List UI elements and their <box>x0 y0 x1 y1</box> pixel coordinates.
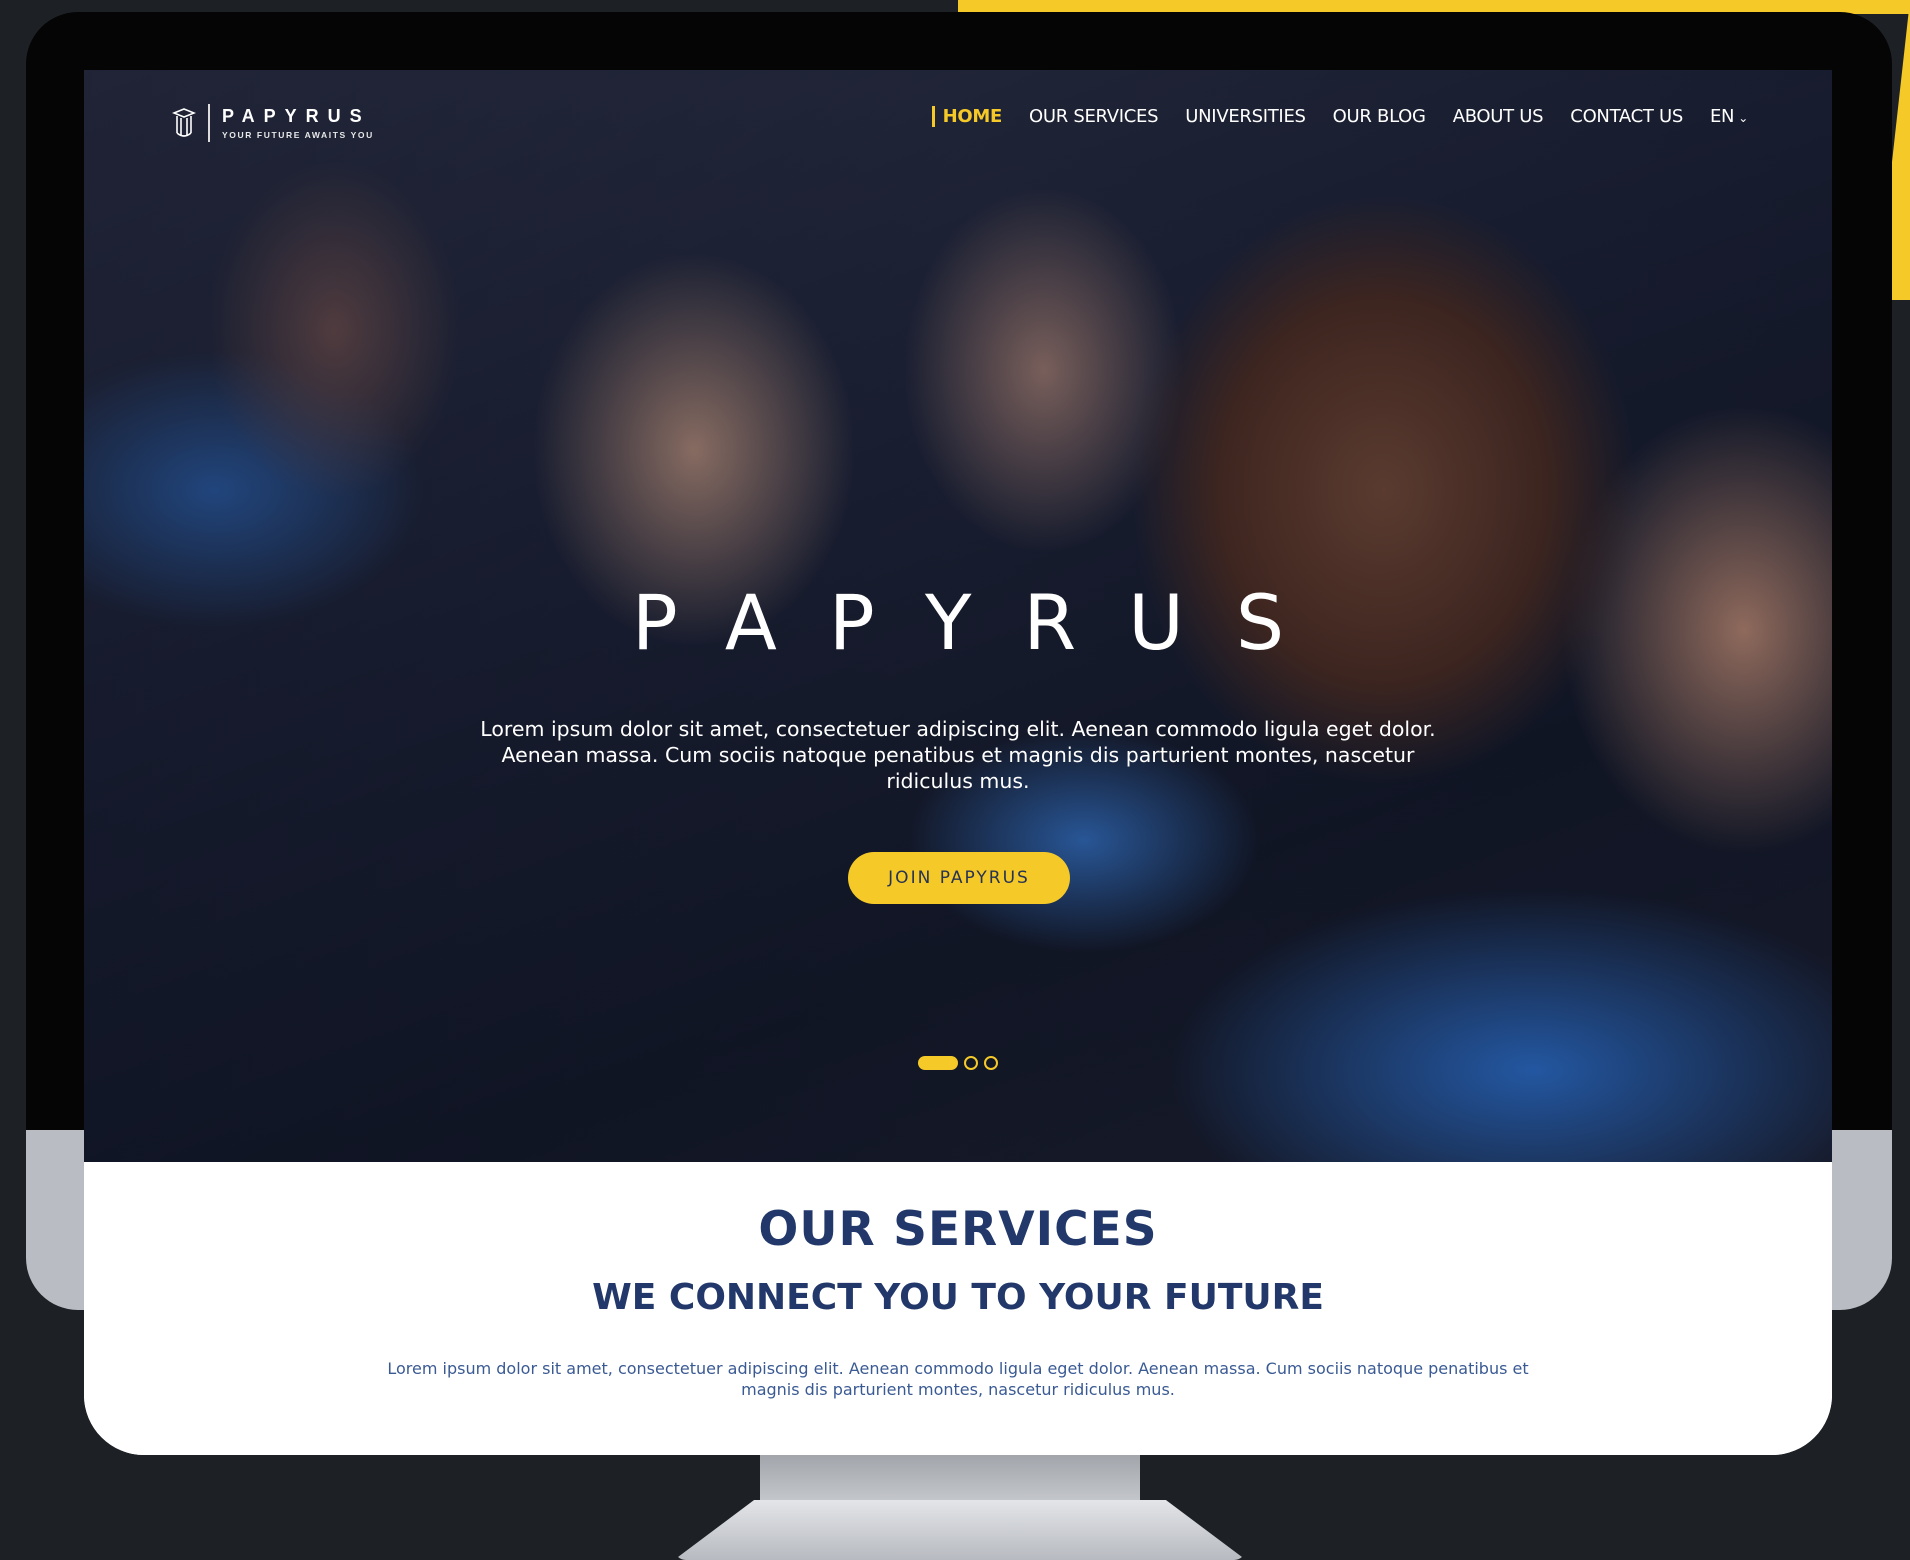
chevron-down-icon: ⌄ <box>1738 111 1748 125</box>
slider-pagination <box>918 1056 998 1070</box>
logo-name: PAPYRUS <box>222 106 371 126</box>
slide-dot-3[interactable] <box>984 1056 998 1070</box>
nav-item-universities[interactable]: UNIVERSITIES <box>1185 106 1306 127</box>
logo-divider <box>208 104 210 142</box>
language-label: EN <box>1709 106 1735 127</box>
nav-item-contact-us[interactable]: CONTACT US <box>1570 106 1683 127</box>
logo-tagline: YOUR FUTURE AWAITS YOU <box>222 130 374 140</box>
nav-item-about-us[interactable]: ABOUT US <box>1453 106 1544 127</box>
hero-description: Lorem ipsum dolor sit amet, consectetuer… <box>480 717 1436 793</box>
services-subtitle: WE CONNECT YOU TO YOUR FUTURE <box>592 1277 1324 1318</box>
graduation-cap-icon <box>172 108 196 137</box>
monitor-stand-base <box>674 1500 1246 1560</box>
language-selector[interactable]: EN ⌄ <box>1710 106 1748 127</box>
website-screen: PAPYRUS YOUR FUTURE AWAITS YOU HOME OUR … <box>84 70 1832 1455</box>
hero-title: PAPYRUS <box>631 578 1337 667</box>
join-papyrus-button[interactable]: JOIN PAPYRUS <box>848 852 1070 904</box>
nav-item-our-blog[interactable]: OUR BLOG <box>1333 106 1426 127</box>
services-title: OUR SERVICES <box>758 1202 1158 1257</box>
nav-item-home[interactable]: HOME <box>931 106 1002 127</box>
services-description: Lorem ipsum dolor sit amet, consectetuer… <box>387 1359 1529 1399</box>
site-logo[interactable]: PAPYRUS YOUR FUTURE AWAITS YOU <box>172 104 374 142</box>
slide-dot-1[interactable] <box>918 1056 958 1070</box>
services-section: OUR SERVICES WE CONNECT YOU TO YOUR FUTU… <box>84 1162 1832 1455</box>
hero-section: PAPYRUS YOUR FUTURE AWAITS YOU HOME OUR … <box>84 70 1832 1162</box>
logo-text: PAPYRUS YOUR FUTURE AWAITS YOU <box>222 106 374 140</box>
main-nav: HOME OUR SERVICES UNIVERSITIES OUR BLOG … <box>931 106 1748 127</box>
nav-item-our-services[interactable]: OUR SERVICES <box>1029 106 1159 127</box>
slide-dot-2[interactable] <box>964 1056 978 1070</box>
